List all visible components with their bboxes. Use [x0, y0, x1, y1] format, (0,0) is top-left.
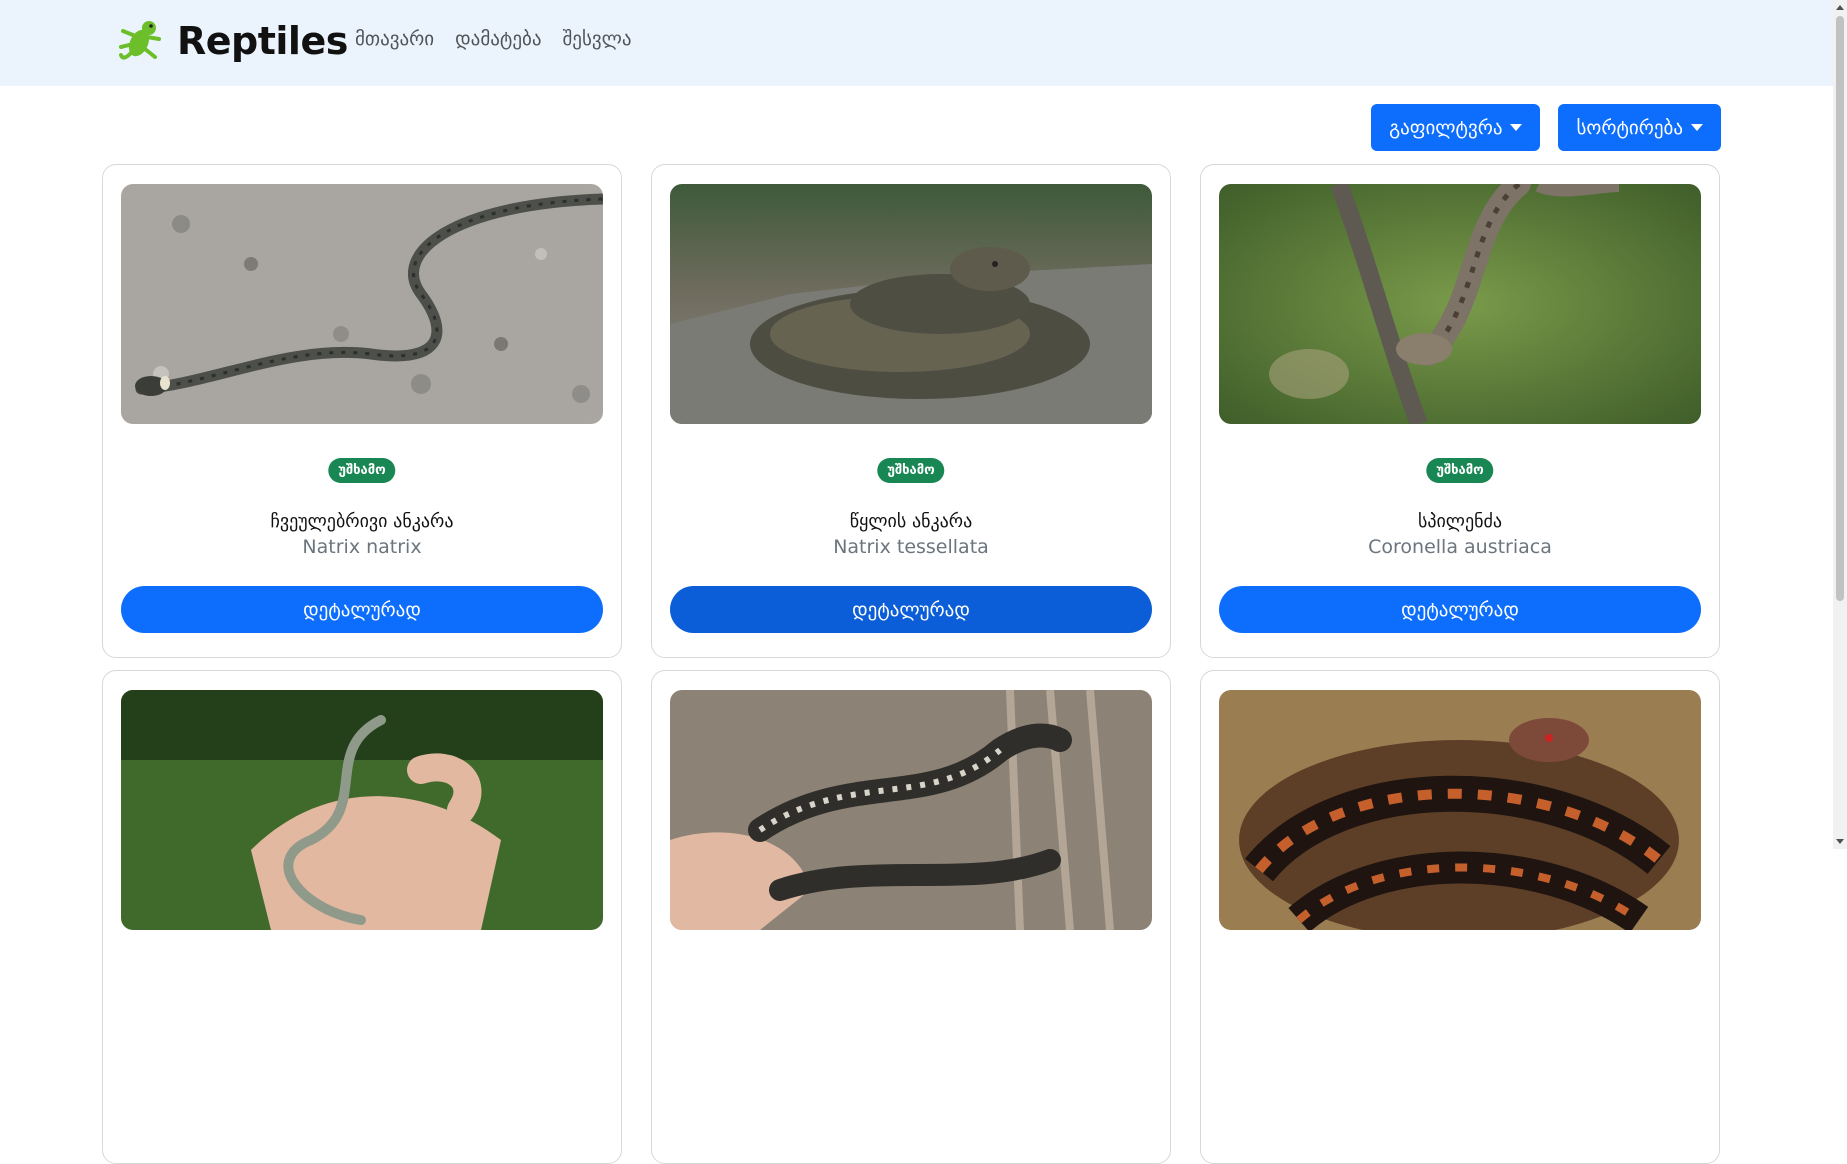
nav-link-home[interactable]: მთავარი	[355, 28, 434, 50]
nav-link-login[interactable]: შესვლა	[562, 28, 631, 50]
nav-links: მთავარი დამატება შესვლა	[355, 28, 632, 50]
reptile-photo	[1219, 690, 1701, 930]
reptile-card	[651, 670, 1171, 1164]
gecko-logo-icon	[119, 21, 161, 60]
reptile-name: სპილენძა	[1417, 511, 1503, 532]
toolbar: გაფილტვრა სორტირება	[1371, 104, 1721, 151]
sort-label: სორტირება	[1576, 116, 1683, 139]
scroll-up-arrow-icon[interactable]	[1836, 5, 1844, 10]
caret-down-icon	[1691, 124, 1703, 131]
reptile-card: უშხამო წყლის ანკარა Natrix tessellata დე…	[651, 164, 1171, 658]
details-button[interactable]: დეტალურად	[670, 586, 1152, 633]
reptile-photo	[121, 690, 603, 930]
reptile-name: წყლის ანკარა	[849, 511, 973, 532]
scroll-down-arrow-icon[interactable]	[1836, 839, 1844, 844]
reptile-card: უშხამო ჩვეულებრივი ანკარა Natrix natrix …	[102, 164, 622, 658]
status-badge: უშხამო	[1426, 458, 1494, 483]
caret-down-icon	[1510, 124, 1523, 131]
reptile-photo	[1219, 184, 1701, 424]
reptile-card	[1200, 670, 1720, 1164]
status-badge: უშხამო	[877, 458, 945, 483]
filter-dropdown-button[interactable]: გაფილტვრა	[1371, 104, 1541, 151]
reptile-name: ჩვეულებრივი ანკარა	[270, 511, 454, 532]
scrollbar[interactable]	[1833, 0, 1847, 849]
details-button[interactable]: დეტალურად	[121, 586, 603, 633]
reptile-card	[102, 670, 622, 1164]
scroll-thumb[interactable]	[1836, 16, 1844, 601]
reptile-latin-name: Coronella austriaca	[1368, 536, 1552, 558]
reptile-photo	[670, 690, 1152, 930]
brand-title: Reptiles	[177, 19, 348, 63]
details-button[interactable]: დეტალურად	[1219, 586, 1701, 633]
reptile-photo	[121, 184, 603, 424]
reptile-latin-name: Natrix tessellata	[833, 536, 989, 558]
reptile-latin-name: Natrix natrix	[302, 536, 422, 558]
sort-dropdown-button[interactable]: სორტირება	[1558, 104, 1721, 151]
brand[interactable]: Reptiles	[117, 17, 348, 65]
reptile-photo	[670, 184, 1152, 424]
filter-label: გაფილტვრა	[1389, 116, 1503, 139]
reptile-card: უშხამო სპილენძა Coronella austriaca დეტა…	[1200, 164, 1720, 658]
navbar: Reptiles მთავარი დამატება შესვლა	[0, 0, 1847, 86]
reptile-card-grid: უშხამო ჩვეულებრივი ანკარა Natrix natrix …	[102, 164, 1721, 1164]
nav-link-add[interactable]: დამატება	[455, 28, 541, 50]
status-badge: უშხამო	[328, 458, 396, 483]
